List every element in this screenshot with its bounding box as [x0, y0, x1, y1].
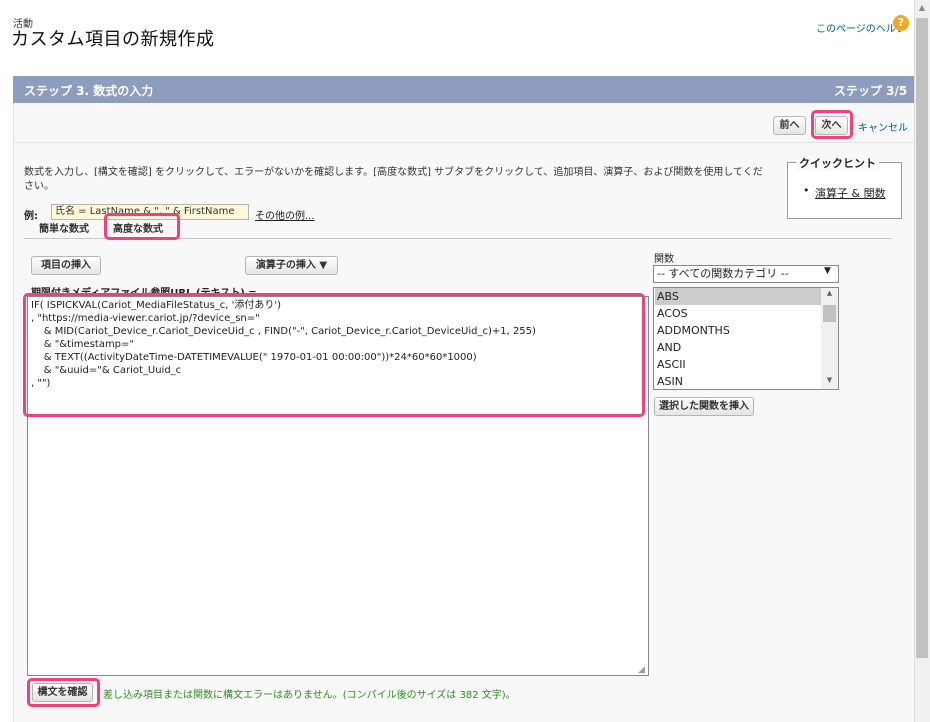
example-value: 氏名 = LastName & ", " & FirstName: [51, 204, 249, 220]
instructions-text: 数式を入力し、[構文を確認] をクリックして、エラーがないかを確認します。[高度…: [24, 167, 763, 192]
function-item[interactable]: ACOS: [655, 305, 823, 322]
scroll-up-arrow-icon[interactable]: ▲: [914, 0, 930, 16]
step-title: ステップ 3. 数式の入力: [24, 84, 154, 98]
scroll-down-arrow-icon[interactable]: ▼: [821, 376, 838, 384]
insert-field-button[interactable]: 項目の挿入: [31, 256, 101, 275]
function-item[interactable]: ABS: [655, 288, 823, 305]
syntax-result-message: 差し込み項目または関数に構文エラーはありません。(コンパイル後のサイズは 382…: [103, 690, 516, 701]
function-list-scrollbar[interactable]: [821, 288, 838, 389]
example-label: 例:: [24, 211, 38, 222]
cancel-link[interactable]: キャンセル: [858, 119, 908, 134]
functions-label: 関数: [654, 254, 674, 265]
function-list[interactable]: ABS ACOS ADDMONTHS AND ASCII ASIN: [653, 287, 839, 390]
check-syntax-button[interactable]: 構文を確認: [32, 683, 93, 702]
function-list-scroll-thumb[interactable]: [823, 305, 836, 322]
more-examples-link[interactable]: その他の例...: [255, 207, 315, 222]
function-item[interactable]: ADDMONTHS: [655, 322, 823, 339]
function-category-select[interactable]: -- すべての関数カテゴリ --: [653, 265, 839, 283]
page-title: カスタム項目の新規作成: [11, 29, 215, 50]
help-icon[interactable]: ?: [893, 15, 909, 31]
function-item[interactable]: ASIN: [655, 373, 823, 389]
tab-divider: [24, 238, 892, 239]
function-item[interactable]: AND: [655, 339, 823, 356]
divider: [13, 142, 914, 143]
tab-advanced-formula[interactable]: 高度な数式: [113, 220, 163, 235]
chevron-down-icon: ▼: [824, 266, 831, 276]
chevron-down-icon: ▼: [319, 260, 328, 271]
step-count: ステップ 3/5: [834, 84, 908, 98]
quick-hint-title: クイックヒント: [796, 155, 879, 171]
tab-simple-formula[interactable]: 簡単な数式: [39, 220, 89, 235]
insert-operator-label: 演算子の挿入: [255, 260, 316, 271]
insert-operator-button[interactable]: 演算子の挿入 ▼: [245, 256, 338, 275]
next-button[interactable]: 次へ: [815, 116, 848, 135]
insert-function-button[interactable]: 選択した関数を挿入: [654, 397, 754, 416]
page-scrollbar-thumb[interactable]: [916, 18, 928, 658]
scroll-up-arrow-icon[interactable]: ▲: [821, 289, 838, 297]
resize-grip-icon[interactable]: ◢: [638, 665, 645, 675]
prev-button[interactable]: 前へ: [773, 116, 806, 135]
bullet-icon: •: [803, 184, 810, 197]
formula-editor[interactable]: IF( ISPICKVAL(Cariot_MediaFileStatus_c, …: [27, 296, 649, 676]
operators-functions-link[interactable]: 演算子 & 関数: [815, 185, 886, 201]
function-item[interactable]: ASCII: [655, 356, 823, 373]
